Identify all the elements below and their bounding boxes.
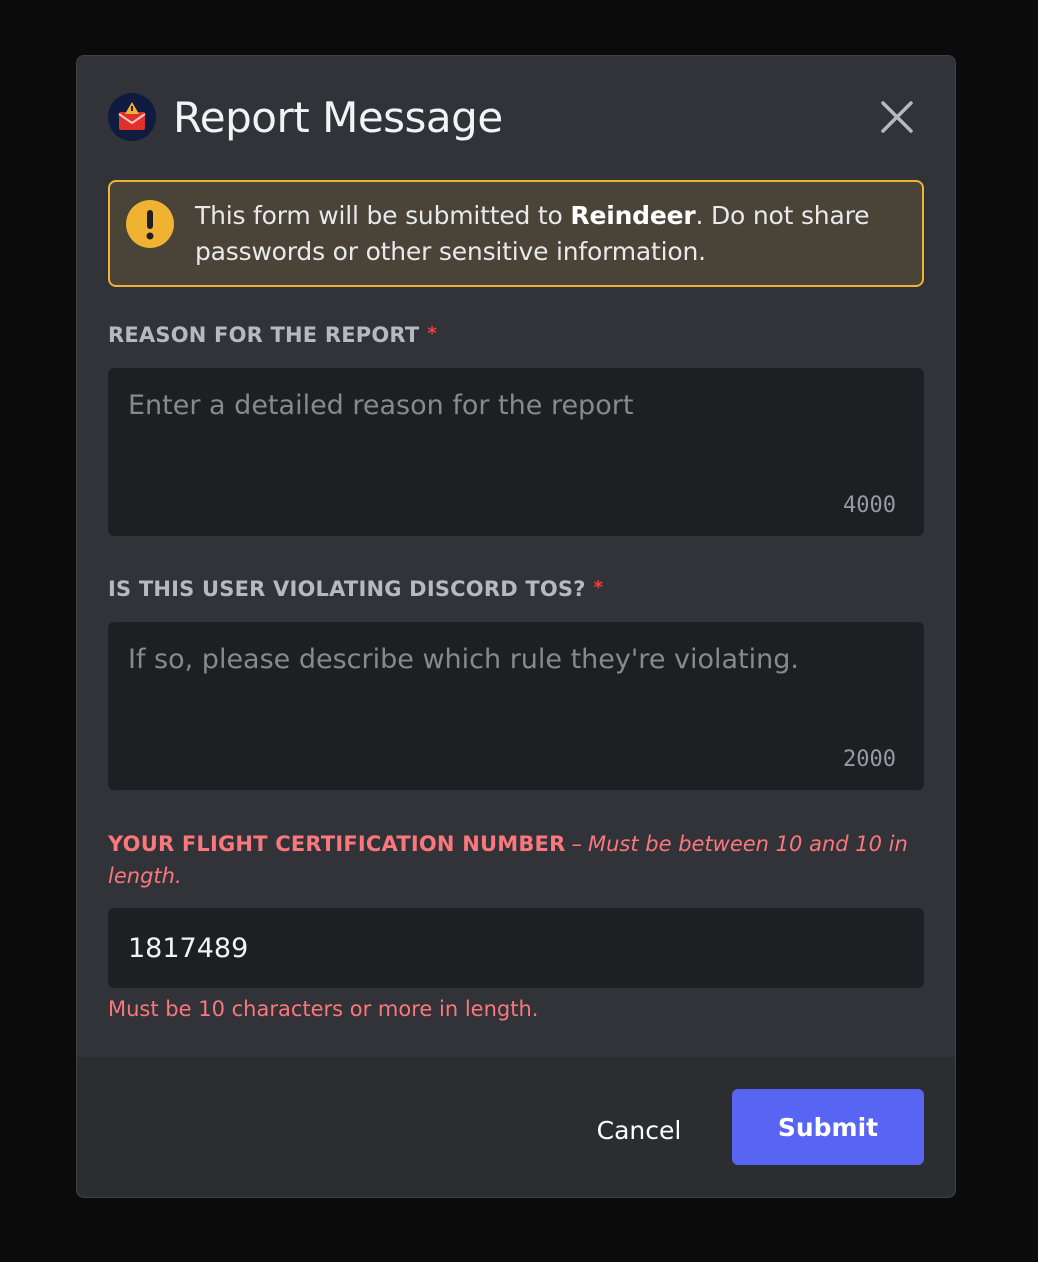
reindeer-app-icon bbox=[108, 93, 156, 141]
tos-field: 2000 bbox=[108, 622, 924, 790]
certification-label-separator: – bbox=[571, 832, 582, 856]
tos-label: IS THIS USER VIOLATING DISCORD TOS? * bbox=[108, 577, 603, 601]
close-button[interactable] bbox=[880, 100, 914, 134]
certification-label-text: YOUR FLIGHT CERTIFICATION NUMBER bbox=[108, 832, 566, 856]
certification-field bbox=[108, 908, 924, 988]
modal-header: Report Message bbox=[108, 92, 924, 148]
reason-label-text: REASON FOR THE REPORT bbox=[108, 323, 420, 347]
tos-textarea[interactable] bbox=[108, 622, 924, 790]
reason-char-counter: 4000 bbox=[843, 493, 896, 518]
tos-label-text: IS THIS USER VIOLATING DISCORD TOS? bbox=[108, 577, 586, 601]
submit-button[interactable]: Submit bbox=[732, 1089, 924, 1165]
cancel-button[interactable]: Cancel bbox=[579, 1093, 699, 1167]
warning-text-before: This form will be submitted to bbox=[195, 201, 571, 230]
required-mark: * bbox=[593, 577, 604, 598]
certification-input[interactable] bbox=[108, 908, 924, 988]
tos-char-counter: 2000 bbox=[843, 747, 896, 772]
required-mark: * bbox=[427, 323, 438, 344]
modal-title: Report Message bbox=[173, 93, 503, 142]
warning-banner: This form will be submitted to Reindeer.… bbox=[108, 180, 924, 287]
report-message-modal: Report Message This form will be submitt… bbox=[76, 55, 956, 1198]
certification-error: Must be 10 characters or more in length. bbox=[108, 997, 539, 1021]
reason-label: REASON FOR THE REPORT * bbox=[108, 323, 437, 347]
modal-footer: Cancel Submit bbox=[77, 1057, 955, 1197]
reason-textarea[interactable] bbox=[108, 368, 924, 536]
warning-app-name: Reindeer bbox=[570, 201, 696, 230]
certification-label: YOUR FLIGHT CERTIFICATION NUMBER – Must be… bbox=[108, 828, 924, 892]
reason-field: 4000 bbox=[108, 368, 924, 536]
close-icon bbox=[881, 101, 913, 133]
warning-text: This form will be submitted to Reindeer.… bbox=[195, 198, 902, 270]
exclamation-icon bbox=[126, 200, 174, 248]
